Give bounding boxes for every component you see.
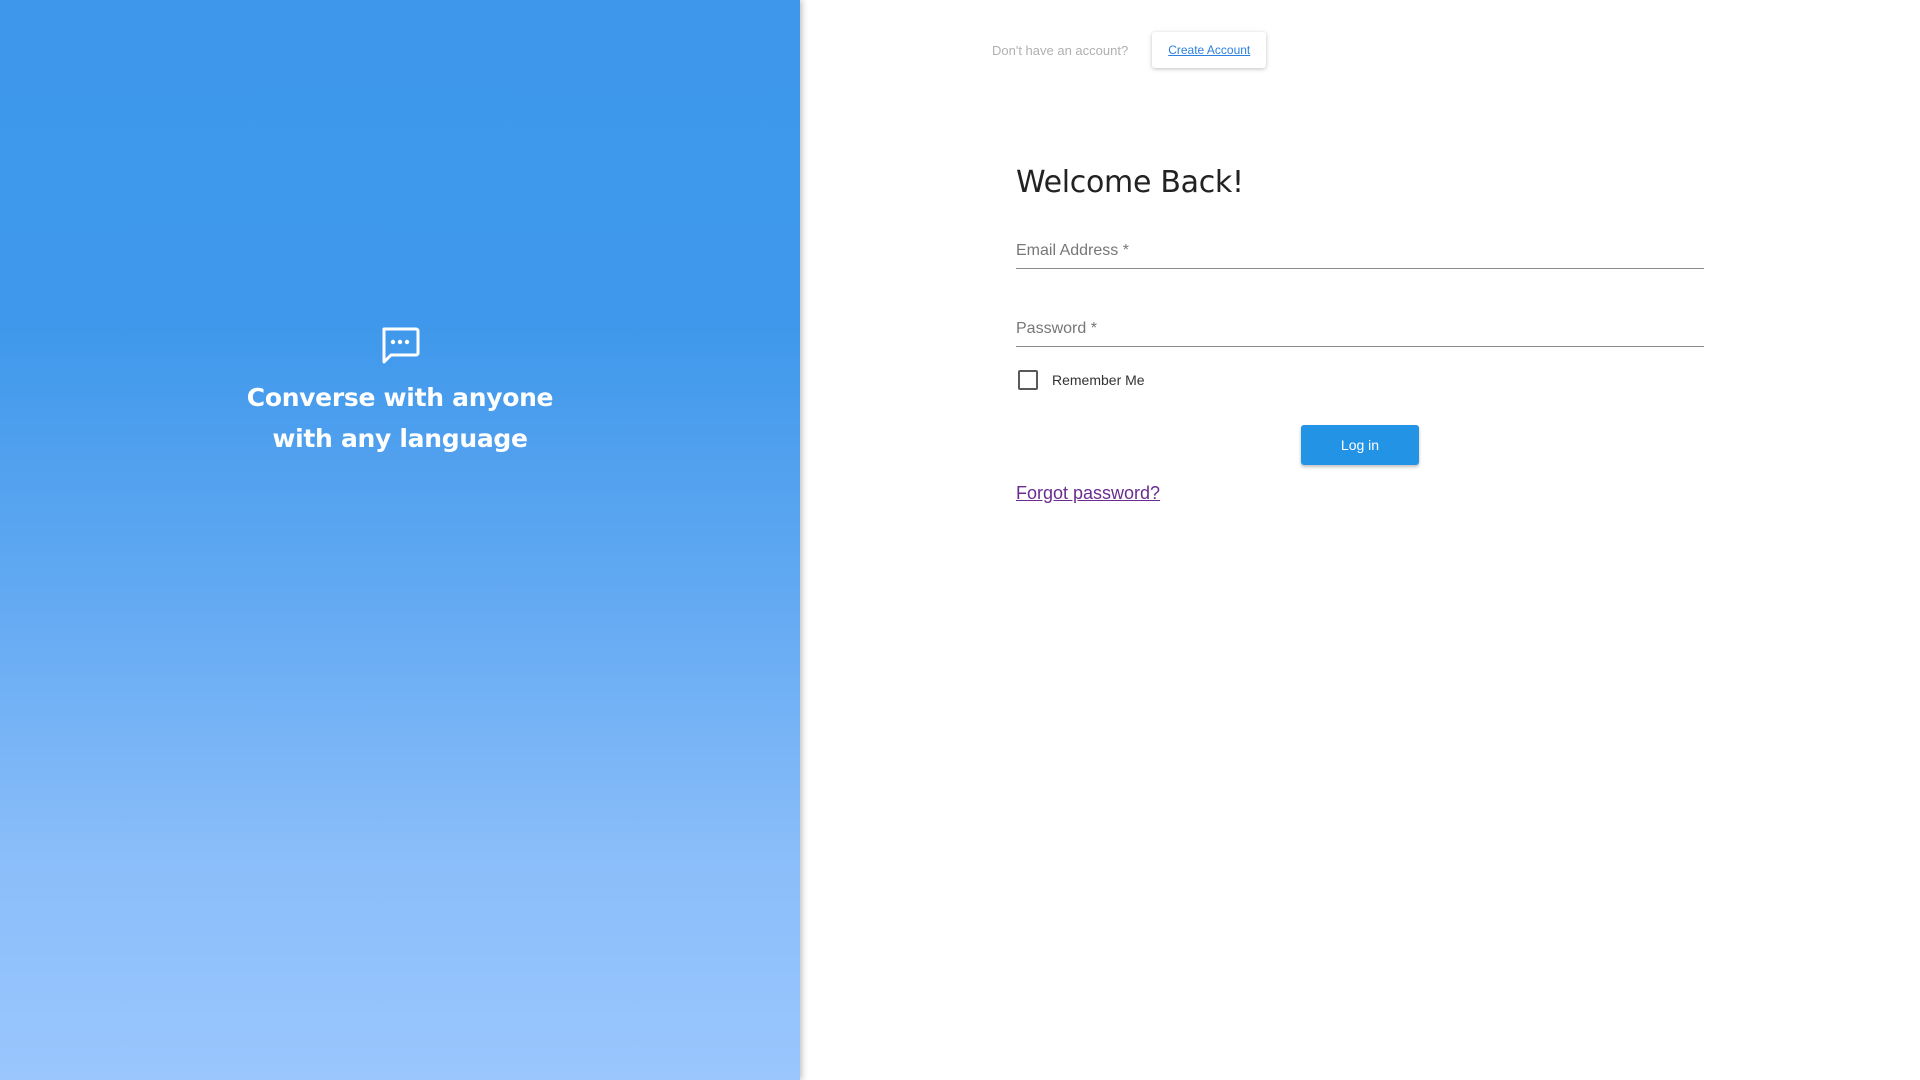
page-title: Welcome Back! [1016,165,1244,200]
remember-me-row: Remember Me [1016,367,1704,393]
login-form: Welcome Back! Email Address * Password *… [1016,165,1708,504]
create-account-button[interactable]: Create Account [1152,32,1267,68]
login-button[interactable]: Log in [1301,425,1419,465]
password-input[interactable] [1016,316,1708,346]
remember-me-label: Remember Me [1052,372,1145,388]
signup-prompt-bar: Don't have an account? Create Account [992,32,1267,68]
forgot-password-link[interactable]: Forgot password? [1016,483,1160,504]
login-button-row: Log in [1016,425,1704,465]
chat-bubble-icon [379,325,421,367]
hero-panel: Converse with anyone with any language [0,0,800,1080]
email-input[interactable] [1016,238,1708,268]
login-button-label: Log in [1340,437,1380,453]
hero-tagline-line1: Converse with anyone [246,383,554,412]
password-field[interactable]: Password * [1016,316,1708,347]
hero-tagline-line2: with any language [272,424,528,453]
hero-content: Converse with anyone with any language [0,325,800,459]
remember-me-checkbox[interactable] [1018,370,1038,390]
login-content: Don't have an account? Create Account We… [800,0,1920,1080]
create-account-label: Create Account [1168,43,1251,57]
no-account-text: Don't have an account? [992,42,1129,58]
hero-tagline: Converse with anyone with any language [0,377,800,459]
email-field[interactable]: Email Address * [1016,238,1708,269]
login-page: Converse with anyone with any language D… [0,0,1920,1080]
